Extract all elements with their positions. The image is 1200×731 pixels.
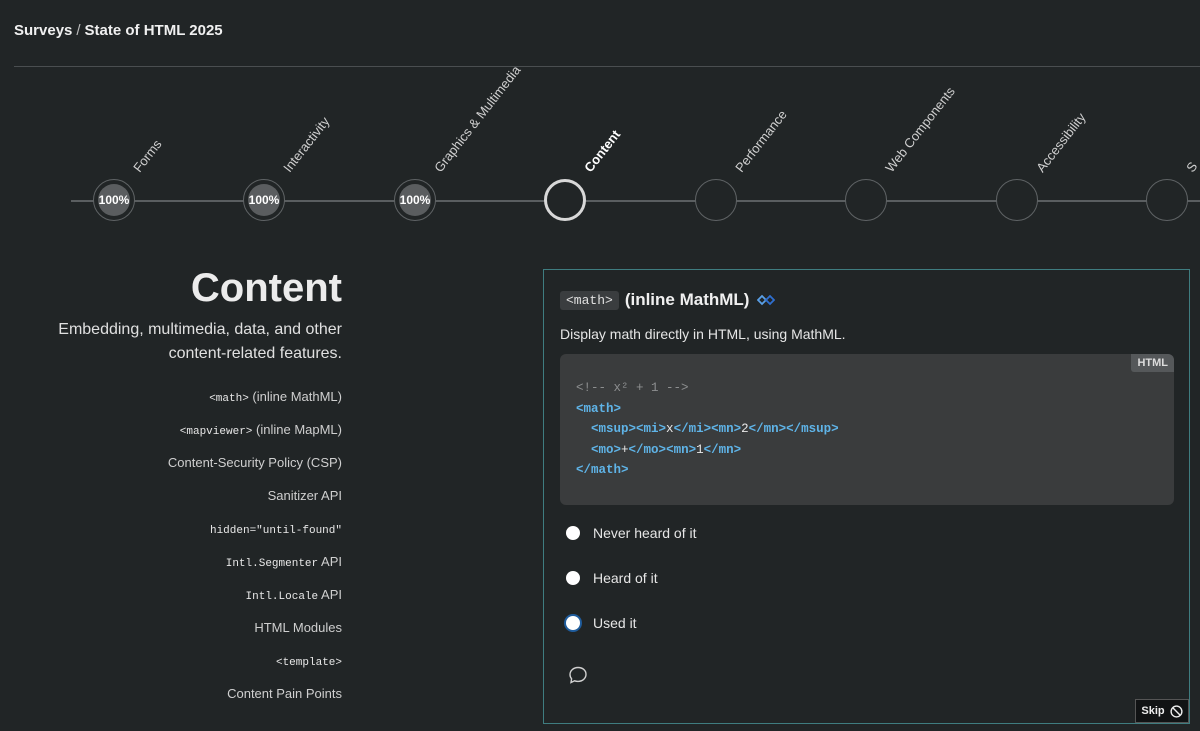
code-language-badge: HTML — [1131, 354, 1174, 372]
question-link[interactable]: <math> (inline MathML) — [0, 380, 342, 413]
question-link[interactable]: HTML Modules — [0, 611, 342, 644]
step-label[interactable]: S — [1183, 159, 1200, 175]
question-code-label: <math> — [560, 290, 619, 310]
step-progress: 100% — [399, 184, 431, 216]
radio-button[interactable] — [566, 616, 580, 630]
question-card: <math> (inline MathML) Display math dire… — [543, 269, 1190, 724]
step-graphics-multimedia[interactable]: 100% — [394, 179, 436, 221]
step-forms[interactable]: 100% — [93, 179, 135, 221]
question-link-code: Intl.Locale — [245, 591, 319, 603]
question-description: Display math directly in HTML, using Mat… — [560, 326, 846, 342]
answer-option-label: Used it — [593, 615, 637, 631]
question-link[interactable]: <mapviewer> (inline MapML) — [0, 413, 342, 446]
question-link-code: <math> — [209, 393, 249, 405]
section-sidebar: Content Embedding, multimedia, data, and… — [0, 262, 342, 710]
question-link-text: HTML Modules — [254, 620, 342, 635]
question-link[interactable]: Content-Security Policy (CSP) — [0, 446, 342, 479]
answer-option-label: Never heard of it — [593, 525, 697, 541]
question-heading: <math> (inline MathML) — [560, 290, 776, 310]
skip-button[interactable]: Skip — [1135, 699, 1189, 723]
baseline-status-icon[interactable] — [757, 293, 776, 307]
question-link-text: API — [318, 554, 342, 569]
no-entry-icon — [1170, 704, 1183, 718]
question-link[interactable]: hidden="until-found" — [0, 512, 342, 545]
code-example: HTML <!-- x² + 1 --> <math> <msup><mi>x<… — [560, 354, 1174, 505]
answer-option-never-heard-of-it[interactable]: Never heard of it — [566, 525, 697, 541]
question-link-text: (inline MathML) — [248, 389, 342, 404]
step-content[interactable] — [544, 179, 586, 221]
question-link[interactable]: Sanitizer API — [0, 479, 342, 512]
step-performance[interactable] — [695, 179, 737, 221]
step-s[interactable] — [1146, 179, 1188, 221]
section-description: Embedding, multimedia, data, and other c… — [58, 321, 342, 362]
question-link-text: (inline MapML) — [252, 422, 342, 437]
step-label[interactable]: Interactivity — [280, 114, 332, 175]
question-link-code: hidden="until-found" — [209, 525, 342, 537]
answer-option-heard-of-it[interactable]: Heard of it — [566, 570, 658, 586]
step-web-components[interactable] — [845, 179, 887, 221]
question-link-code: <mapviewer> — [179, 426, 253, 438]
question-list: <math> (inline MathML) <mapviewer> (inlin… — [0, 380, 342, 710]
step-progress: 100% — [248, 184, 280, 216]
question-link[interactable]: Content Pain Points — [0, 677, 342, 710]
question-link-text: Content Pain Points — [227, 686, 342, 701]
step-interactivity[interactable]: 100% — [243, 179, 285, 221]
answer-option-label: Heard of it — [593, 570, 658, 586]
answer-option-used-it[interactable]: Used it — [566, 615, 637, 631]
question-link-code: Intl.Segmenter — [225, 558, 319, 570]
question-link-text: Sanitizer API — [267, 488, 342, 503]
step-accessibility[interactable] — [996, 179, 1038, 221]
comment-icon[interactable] — [568, 665, 588, 685]
question-title: (inline MathML) — [624, 290, 750, 309]
radio-button[interactable] — [566, 526, 580, 540]
question-link[interactable]: <template> — [0, 644, 342, 677]
step-label[interactable]: Forms — [130, 137, 165, 175]
step-progress: 100% — [98, 184, 130, 216]
step-label[interactable]: Graphics & Multimedia — [431, 63, 523, 175]
step-label[interactable]: Performance — [732, 107, 790, 175]
question-link-code: <template> — [275, 657, 342, 669]
radio-button[interactable] — [566, 571, 580, 585]
step-label[interactable]: Web Components — [882, 84, 958, 175]
question-link-text: API — [318, 587, 342, 602]
question-link[interactable]: Intl.Segmenter API — [0, 545, 342, 578]
step-label[interactable]: Content — [581, 127, 623, 175]
skip-label: Skip — [1141, 705, 1165, 717]
question-link-text: Content-Security Policy (CSP) — [167, 455, 342, 470]
step-label[interactable]: Accessibility — [1033, 110, 1088, 175]
section-title: Content — [190, 266, 342, 310]
section-stepper: 100% Forms 100% Interactivity 100% Graphics &… — [0, 0, 1200, 240]
code-block: <!-- x² + 1 --> <math> <msup><mi>x</mi><… — [576, 381, 839, 477]
question-link[interactable]: Intl.Locale API — [0, 578, 342, 611]
